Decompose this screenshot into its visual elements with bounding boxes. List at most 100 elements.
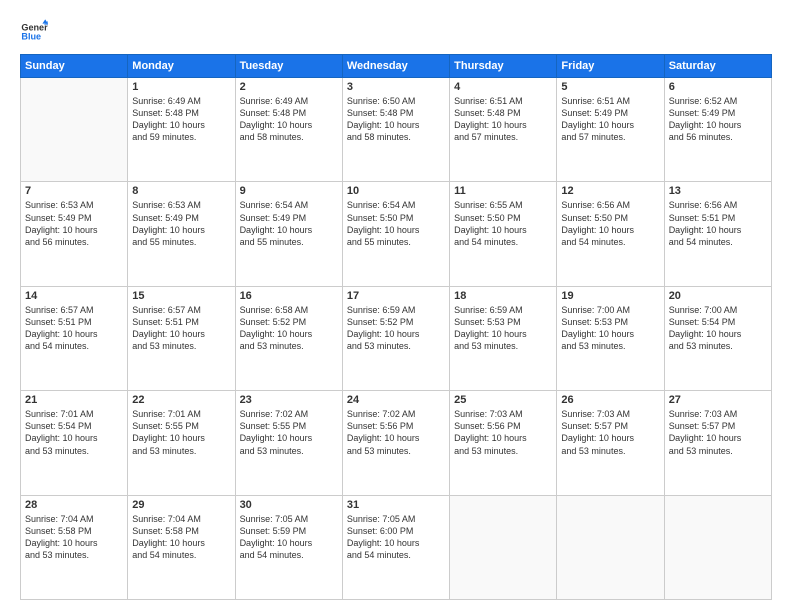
cell-info: Sunrise: 7:02 AM Sunset: 5:56 PM Dayligh…	[347, 408, 445, 457]
cell-info: Sunrise: 7:03 AM Sunset: 5:57 PM Dayligh…	[561, 408, 659, 457]
cell-info: Sunrise: 6:51 AM Sunset: 5:48 PM Dayligh…	[454, 95, 552, 144]
cell-info: Sunrise: 7:04 AM Sunset: 5:58 PM Dayligh…	[25, 513, 123, 562]
day-number: 2	[240, 81, 338, 93]
cell-info: Sunrise: 7:03 AM Sunset: 5:57 PM Dayligh…	[669, 408, 767, 457]
calendar-cell	[450, 495, 557, 599]
cell-info: Sunrise: 7:03 AM Sunset: 5:56 PM Dayligh…	[454, 408, 552, 457]
calendar-cell: 1 Sunrise: 6:49 AM Sunset: 5:48 PM Daylig…	[128, 78, 235, 182]
day-number: 20	[669, 290, 767, 302]
cell-info: Sunrise: 7:00 AM Sunset: 5:53 PM Dayligh…	[561, 304, 659, 353]
col-header-tuesday: Tuesday	[235, 55, 342, 78]
calendar-cell: 22Sunrise: 7:01 AM Sunset: 5:55 PM Dayli…	[128, 391, 235, 495]
day-number: 14	[25, 290, 123, 302]
col-header-saturday: Saturday	[664, 55, 771, 78]
day-number: 1	[132, 81, 230, 93]
day-number: 6	[669, 81, 767, 93]
day-number: 23	[240, 394, 338, 406]
calendar-cell: 31 Sunrise: 7:05 AM Sunset: 6:00 PM Dayli…	[342, 495, 449, 599]
cell-info: Sunrise: 6:49 AM Sunset: 5:48 PM Dayligh…	[240, 95, 338, 144]
calendar-table: SundayMondayTuesdayWednesdayThursdayFrid…	[20, 54, 772, 600]
cell-info: Sunrise: 6:57 AM Sunset: 5:51 PM Dayligh…	[25, 304, 123, 353]
cell-info: Sunrise: 7:02 AM Sunset: 5:55 PM Dayligh…	[240, 408, 338, 457]
day-number: 10	[347, 185, 445, 197]
day-number: 8	[132, 185, 230, 197]
calendar-cell	[664, 495, 771, 599]
cell-info: Sunrise: 7:01 AM Sunset: 5:54 PM Dayligh…	[25, 408, 123, 457]
cell-info: Sunrise: 7:04 AM Sunset: 5:58 PM Dayligh…	[132, 513, 230, 562]
day-number: 9	[240, 185, 338, 197]
logo-icon: General Blue	[20, 18, 48, 46]
calendar-cell: 21 Sunrise: 7:01 AM Sunset: 5:54 PM Dayli…	[21, 391, 128, 495]
cell-info: Sunrise: 6:55 AM Sunset: 5:50 PM Dayligh…	[454, 199, 552, 248]
calendar-cell: 2 Sunrise: 6:49 AM Sunset: 5:48 PM Daylig…	[235, 78, 342, 182]
day-number: 21	[25, 394, 123, 406]
day-number: 25	[454, 394, 552, 406]
cell-info: Sunrise: 6:57 AM Sunset: 5:51 PM Dayligh…	[132, 304, 230, 353]
calendar-cell	[21, 78, 128, 182]
day-number: 24	[347, 394, 445, 406]
calendar-cell: 24 Sunrise: 7:02 AM Sunset: 5:56 PM Dayli…	[342, 391, 449, 495]
calendar-cell: 7Sunrise: 6:53 AM Sunset: 5:49 PM Daylig…	[21, 182, 128, 286]
calendar-cell: 8 Sunrise: 6:53 AM Sunset: 5:49 PM Daylig…	[128, 182, 235, 286]
day-number: 17	[347, 290, 445, 302]
day-number: 4	[454, 81, 552, 93]
calendar-cell: 13 Sunrise: 6:56 AM Sunset: 5:51 PM Dayli…	[664, 182, 771, 286]
calendar-cell: 4 Sunrise: 6:51 AM Sunset: 5:48 PM Daylig…	[450, 78, 557, 182]
calendar-cell: 11 Sunrise: 6:55 AM Sunset: 5:50 PM Dayli…	[450, 182, 557, 286]
calendar-cell: 14 Sunrise: 6:57 AM Sunset: 5:51 PM Dayli…	[21, 286, 128, 390]
day-number: 27	[669, 394, 767, 406]
col-header-sunday: Sunday	[21, 55, 128, 78]
cell-info: Sunrise: 7:05 AM Sunset: 6:00 PM Dayligh…	[347, 513, 445, 562]
day-number: 13	[669, 185, 767, 197]
day-number: 3	[347, 81, 445, 93]
calendar-cell: 30 Sunrise: 7:05 AM Sunset: 5:59 PM Dayli…	[235, 495, 342, 599]
calendar-cell: 29 Sunrise: 7:04 AM Sunset: 5:58 PM Dayli…	[128, 495, 235, 599]
day-number: 30	[240, 499, 338, 511]
calendar-cell: 10 Sunrise: 6:54 AM Sunset: 5:50 PM Dayli…	[342, 182, 449, 286]
col-header-wednesday: Wednesday	[342, 55, 449, 78]
calendar-cell: 26 Sunrise: 7:03 AM Sunset: 5:57 PM Dayli…	[557, 391, 664, 495]
logo: General Blue	[20, 18, 48, 46]
day-number: 5	[561, 81, 659, 93]
day-number: 26	[561, 394, 659, 406]
day-number: 16	[240, 290, 338, 302]
day-number: 7	[25, 185, 123, 197]
day-number: 22	[132, 394, 230, 406]
cell-info: Sunrise: 6:54 AM Sunset: 5:49 PM Dayligh…	[240, 199, 338, 248]
calendar-cell: 25 Sunrise: 7:03 AM Sunset: 5:56 PM Dayli…	[450, 391, 557, 495]
col-header-monday: Monday	[128, 55, 235, 78]
day-number: 29	[132, 499, 230, 511]
calendar-cell: 9 Sunrise: 6:54 AM Sunset: 5:49 PM Daylig…	[235, 182, 342, 286]
calendar-cell: 20Sunrise: 7:00 AM Sunset: 5:54 PM Dayli…	[664, 286, 771, 390]
col-header-thursday: Thursday	[450, 55, 557, 78]
header: General Blue	[20, 18, 772, 46]
cell-info: Sunrise: 6:53 AM Sunset: 5:49 PM Dayligh…	[132, 199, 230, 248]
calendar-cell: 23 Sunrise: 7:02 AM Sunset: 5:55 PM Dayli…	[235, 391, 342, 495]
day-number: 31	[347, 499, 445, 511]
page: General Blue SundayMondayTuesdayWednesda…	[0, 0, 792, 612]
day-number: 11	[454, 185, 552, 197]
cell-info: Sunrise: 6:51 AM Sunset: 5:49 PM Dayligh…	[561, 95, 659, 144]
calendar-cell: 5 Sunrise: 6:51 AM Sunset: 5:49 PM Daylig…	[557, 78, 664, 182]
cell-info: Sunrise: 6:52 AM Sunset: 5:49 PM Dayligh…	[669, 95, 767, 144]
svg-text:Blue: Blue	[21, 32, 41, 42]
calendar-cell: 12 Sunrise: 6:56 AM Sunset: 5:50 PM Dayli…	[557, 182, 664, 286]
calendar-cell: 3 Sunrise: 6:50 AM Sunset: 5:48 PM Daylig…	[342, 78, 449, 182]
calendar-cell	[557, 495, 664, 599]
day-number: 12	[561, 185, 659, 197]
col-header-friday: Friday	[557, 55, 664, 78]
cell-info: Sunrise: 7:05 AM Sunset: 5:59 PM Dayligh…	[240, 513, 338, 562]
day-number: 19	[561, 290, 659, 302]
calendar-cell: 16Sunrise: 6:58 AM Sunset: 5:52 PM Dayli…	[235, 286, 342, 390]
cell-info: Sunrise: 6:59 AM Sunset: 5:53 PM Dayligh…	[454, 304, 552, 353]
calendar-cell: 28Sunrise: 7:04 AM Sunset: 5:58 PM Dayli…	[21, 495, 128, 599]
cell-info: Sunrise: 6:56 AM Sunset: 5:51 PM Dayligh…	[669, 199, 767, 248]
cell-info: Sunrise: 6:54 AM Sunset: 5:50 PM Dayligh…	[347, 199, 445, 248]
cell-info: Sunrise: 6:50 AM Sunset: 5:48 PM Dayligh…	[347, 95, 445, 144]
calendar-cell: 27 Sunrise: 7:03 AM Sunset: 5:57 PM Dayli…	[664, 391, 771, 495]
day-number: 18	[454, 290, 552, 302]
cell-info: Sunrise: 6:59 AM Sunset: 5:52 PM Dayligh…	[347, 304, 445, 353]
cell-info: Sunrise: 6:56 AM Sunset: 5:50 PM Dayligh…	[561, 199, 659, 248]
day-number: 15	[132, 290, 230, 302]
cell-info: Sunrise: 6:49 AM Sunset: 5:48 PM Dayligh…	[132, 95, 230, 144]
